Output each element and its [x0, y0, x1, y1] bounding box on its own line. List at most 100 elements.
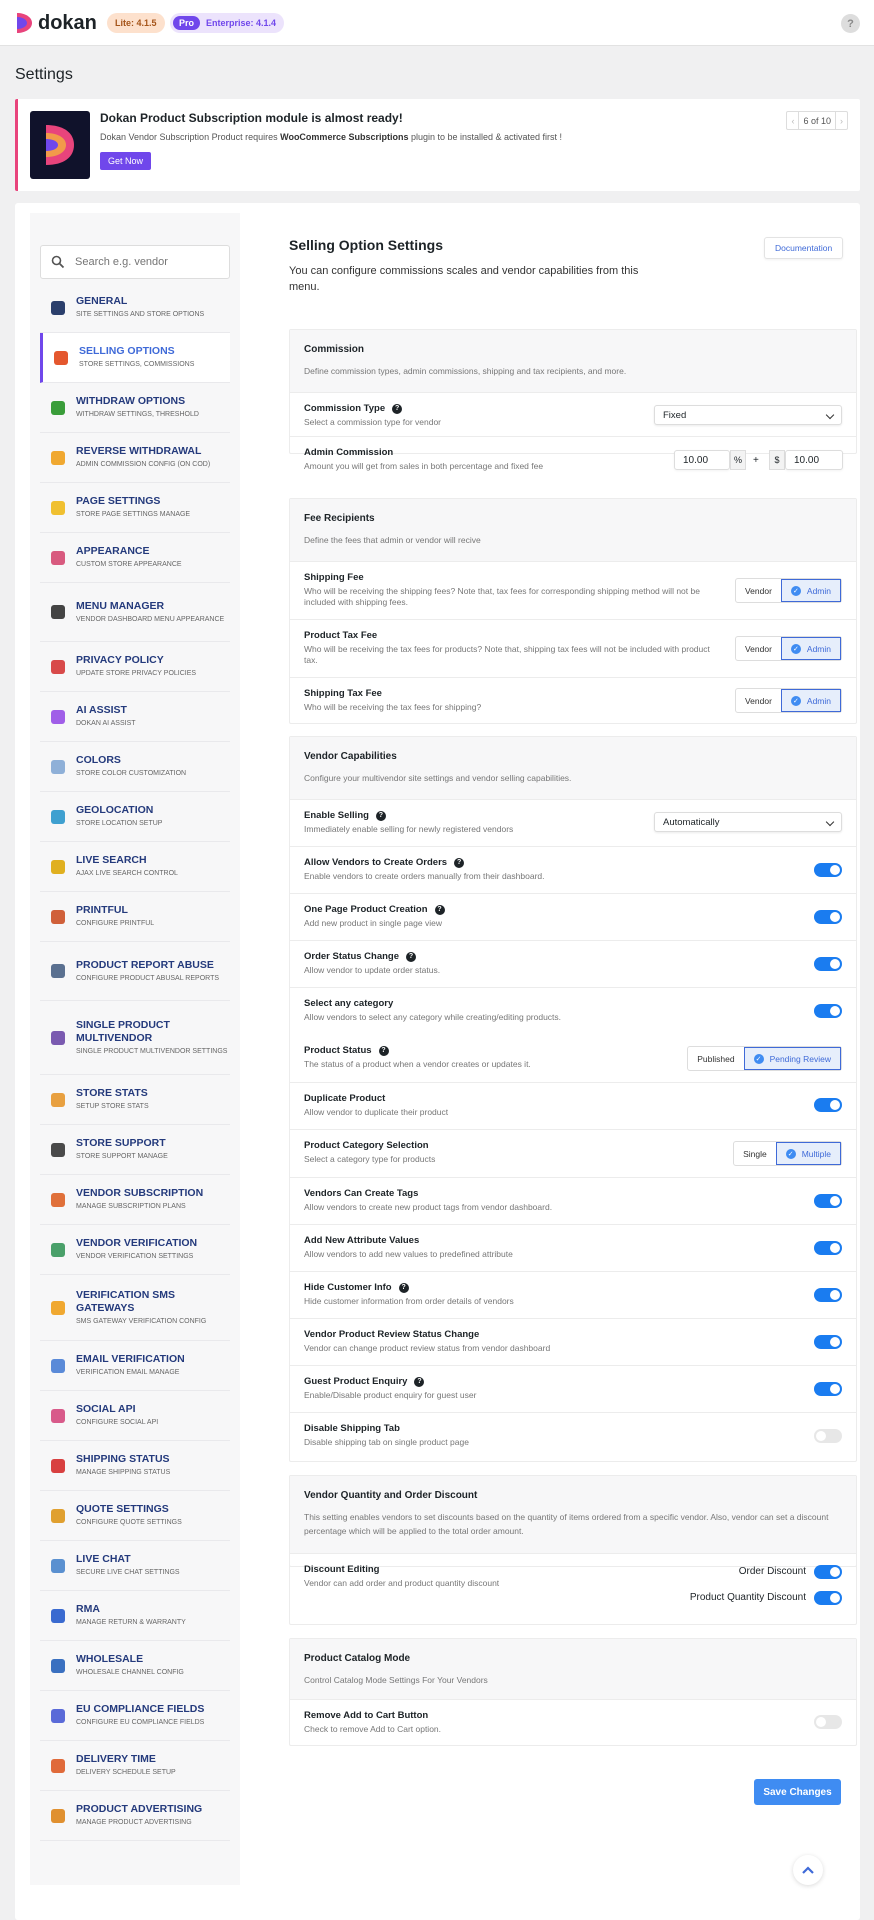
single-option[interactable]: Single [734, 1142, 776, 1165]
save-changes-button[interactable]: Save Changes [754, 1779, 841, 1805]
sidebar-item-reverse-withdrawal[interactable]: Reverse Withdrawal Admin commission confi… [40, 433, 230, 483]
prev-notice-icon[interactable]: ‹ [787, 116, 798, 126]
order-status-change-toggle[interactable] [814, 957, 842, 971]
commission-description: Define commission types, admin commissio… [304, 366, 627, 376]
sidebar-item-live-search[interactable]: Live Search Ajax Live Search Control [40, 842, 230, 892]
fixed-commission-input[interactable]: 10.00 [785, 450, 843, 470]
duplicate-product-row: Duplicate Product Allow vendor to duplic… [290, 1083, 856, 1130]
disable-shipping-tab-label: Disable Shipping Tab [304, 1423, 400, 1434]
percent-commission-input[interactable]: 10.00 [674, 450, 730, 470]
shipping-status-icon [51, 1458, 65, 1473]
sidebar-item-store-support[interactable]: Store Support Store Support Manage [40, 1125, 230, 1175]
sidebar-item-withdraw-options[interactable]: Withdraw Options Withdraw Settings, Thres… [40, 383, 230, 433]
sidebar-item-title: Store Stats [76, 1087, 148, 1099]
help-question-icon[interactable]: ? [434, 904, 445, 915]
admin-option[interactable]: ✓ Admin [780, 637, 841, 660]
sidebar-item-geolocation[interactable]: Geolocation Store Location Setup [40, 792, 230, 842]
vendor-option[interactable]: Vendor [736, 689, 781, 712]
sidebar-item-ai-assist[interactable]: AI Assist Dokan AI Assist [40, 692, 230, 742]
sidebar-item-selling-options[interactable]: Selling Options Store Settings, Commissio… [40, 333, 230, 383]
get-now-button[interactable]: Get Now [100, 152, 152, 170]
sidebar-item-printful[interactable]: Printful Configure Printful [40, 892, 230, 942]
duplicate-product-toggle[interactable] [814, 1098, 842, 1112]
help-question-icon[interactable]: ? [375, 810, 386, 821]
sidebar-item-colors[interactable]: Colors Store Color Customization [40, 742, 230, 792]
add-new-attribute-values-toggle[interactable] [814, 1241, 842, 1255]
sidebar-item-general[interactable]: General Site Settings and Store Options [40, 283, 230, 333]
sidebar-item-delivery-time[interactable]: Delivery Time Delivery Schedule Setup [40, 1741, 230, 1791]
vendor-option[interactable]: Vendor [736, 579, 781, 602]
multiple-option[interactable]: ✓ Multiple [775, 1142, 841, 1165]
sidebar-item-menu-manager[interactable]: Menu Manager Vendor Dashboard Menu Appear… [40, 583, 230, 642]
sidebar-item-subtitle: Vendor Dashboard Menu Appearance [76, 615, 225, 623]
notice-description: Dokan Vendor Subscription Product requir… [100, 132, 563, 142]
search-icon [51, 255, 65, 269]
disable-shipping-tab-toggle[interactable] [814, 1429, 842, 1443]
sidebar-item-product-advertising[interactable]: Product Advertising Manage Product Advert… [40, 1791, 230, 1841]
enable-selling-select[interactable]: Automatically [654, 812, 842, 832]
help-question-icon[interactable]: ? [454, 857, 465, 868]
vendor-product-review-status-change-toggle[interactable] [814, 1335, 842, 1349]
sidebar-item-product-report-abuse[interactable]: Product Report Abuse Configure Product Ab… [40, 942, 230, 1001]
sidebar-item-appearance[interactable]: Appearance Custom Store Appearance [40, 533, 230, 583]
vendor-option[interactable]: Vendor [736, 637, 781, 660]
shipping-tax-fee-row: Shipping Tax Fee Who will be receiving t… [290, 678, 856, 724]
sidebar-item-store-stats[interactable]: Store Stats Setup Store Stats [40, 1075, 230, 1125]
quote-settings-icon [51, 1508, 65, 1523]
capability-rows: Allow Vendors to Create Orders? Enable ve… [290, 847, 856, 1035]
sidebar-item-verification-sms-gateways[interactable]: Verification SMS Gateways SMS Gateway Ver… [40, 1275, 230, 1341]
published-option[interactable]: Published [688, 1047, 743, 1070]
help-question-icon[interactable]: ? [378, 1045, 389, 1056]
product-status-description: The status of a product when a vendor cr… [304, 1059, 531, 1069]
help-question-icon[interactable]: ? [398, 1282, 409, 1293]
sidebar-item-vendor-subscription[interactable]: Vendor Subscription Manage Subscription P… [40, 1175, 230, 1225]
sidebar-item-single-product-multivendor[interactable]: Single Product MultiVendor Single Product… [40, 1001, 230, 1075]
wholesale-icon [51, 1658, 65, 1673]
pending-review-option[interactable]: ✓ Pending Review [743, 1047, 841, 1070]
sidebar-item-live-chat[interactable]: Live Chat Secure Live Chat Settings [40, 1541, 230, 1591]
hide-customer-info-toggle[interactable] [814, 1288, 842, 1302]
sidebar-item-subtitle: Single Product Multivendor Settings [76, 1047, 228, 1055]
remove-add-to-cart-toggle[interactable] [814, 1715, 842, 1729]
sidebar-item-subtitle: SMS Gateway Verification Config [76, 1317, 207, 1325]
chevron-down-icon [825, 410, 835, 420]
help-icon[interactable]: ? [841, 14, 860, 33]
sidebar-item-privacy-policy[interactable]: Privacy Policy Update Store Privacy Polic… [40, 642, 230, 692]
one-page-product-creation-toggle[interactable] [814, 910, 842, 924]
colors-icon [51, 759, 65, 774]
documentation-button[interactable]: Documentation [764, 237, 844, 259]
sidebar-item-rma[interactable]: RMA Manage Return & Warranty [40, 1591, 230, 1641]
sidebar-item-page-settings[interactable]: Page Settings Store Page Settings Manage [40, 483, 230, 533]
dokan-logo[interactable]: dokan [15, 11, 97, 35]
search-input[interactable] [75, 256, 225, 268]
scroll-to-top-button[interactable] [793, 1855, 823, 1885]
sidebar-item-subtitle: Delivery Schedule Setup [76, 1769, 176, 1776]
sidebar-item-shipping-status[interactable]: Shipping Status Manage Shipping Status [40, 1441, 230, 1491]
help-question-icon[interactable]: ? [414, 1376, 425, 1387]
allow-vendors-to-create-orders-toggle[interactable] [814, 863, 842, 877]
help-question-icon[interactable]: ? [392, 403, 403, 414]
sidebar-item-eu-compliance-fields[interactable]: EU Compliance Fields Configure EU Complia… [40, 1691, 230, 1741]
order-discount-toggle[interactable] [814, 1565, 842, 1579]
sidebar-item-title: Email Verification [76, 1353, 185, 1365]
sidebar-item-wholesale[interactable]: Wholesale Wholesale Channel Config [40, 1641, 230, 1691]
help-question-icon[interactable]: ? [406, 951, 417, 962]
order-status-change-row: Order Status Change? Allow vendor to upda… [290, 941, 856, 988]
settings-search[interactable] [40, 245, 230, 279]
sidebar-item-title: Live Search [76, 854, 147, 866]
vendors-can-create-tags-toggle[interactable] [814, 1194, 842, 1208]
select-any-category-toggle[interactable] [814, 1004, 842, 1018]
vendor-product-review-status-change-description: Vendor can change product review status … [304, 1343, 551, 1353]
commission-type-select[interactable]: Fixed [654, 405, 842, 425]
quantity-discount-toggle[interactable] [814, 1591, 842, 1605]
sidebar-item-social-api[interactable]: Social API Configure Social API [40, 1391, 230, 1441]
admin-option[interactable]: ✓ Admin [780, 689, 841, 712]
sidebar-item-title: Store Support [76, 1137, 166, 1149]
guest-product-enquiry-toggle[interactable] [814, 1382, 842, 1396]
sidebar-item-quote-settings[interactable]: Quote Settings Configure Quote Settings [40, 1491, 230, 1541]
sidebar-item-email-verification[interactable]: Email Verification Verification Email Man… [40, 1341, 230, 1391]
sidebar-item-vendor-verification[interactable]: Vendor Verification Vendor Verification S… [40, 1225, 230, 1275]
admin-option[interactable]: ✓ Admin [780, 579, 841, 602]
next-notice-icon[interactable]: › [836, 116, 847, 126]
sidebar-item-subtitle: Configure Product Abusal Reports [76, 974, 220, 982]
